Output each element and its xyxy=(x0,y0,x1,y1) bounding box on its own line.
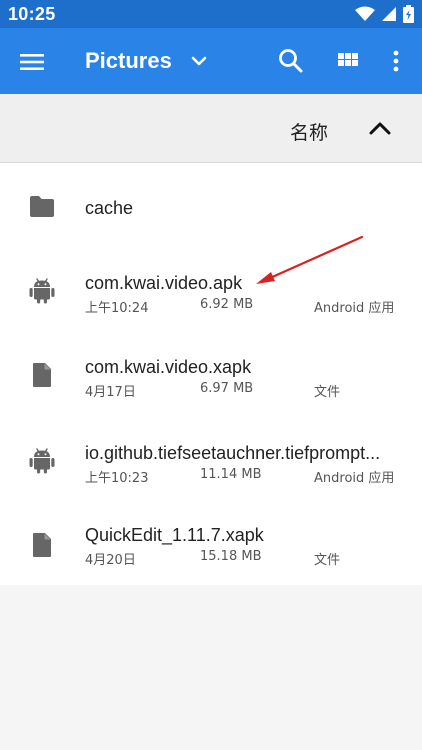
file-name: com.kwai.video.apk xyxy=(85,273,243,293)
file-size: 6.97 MB xyxy=(200,381,254,396)
file-date: 4月17日 xyxy=(85,385,136,400)
folder-icon xyxy=(30,196,54,217)
list-item[interactable]: com.kwai.video.apk 上午10:24 6.92 MB Andro… xyxy=(0,247,422,331)
file-list: cache com.kwai.video.apk 上午10:24 6.92 MB… xyxy=(0,163,422,585)
file-name: cache xyxy=(85,198,134,218)
file-type: 文件 xyxy=(314,385,341,400)
signal-icon xyxy=(382,7,396,21)
sort-bar: 名称 xyxy=(0,94,422,163)
chevron-up-icon[interactable] xyxy=(366,116,394,140)
status-bar: 10:25 xyxy=(0,0,422,28)
file-icon xyxy=(33,363,51,387)
status-icons xyxy=(355,5,414,23)
file-size: 15.18 MB xyxy=(200,549,262,564)
page-title[interactable]: Pictures xyxy=(85,48,172,74)
android-icon xyxy=(29,448,55,474)
wifi-icon xyxy=(355,6,375,21)
android-icon xyxy=(29,278,55,304)
file-type: 文件 xyxy=(314,553,341,568)
grid-view-icon[interactable] xyxy=(334,47,362,75)
more-vert-icon[interactable] xyxy=(388,47,404,75)
search-icon[interactable] xyxy=(276,46,306,76)
list-item[interactable]: io.github.tiefseetauchner.tiefprompt... … xyxy=(0,417,422,501)
status-time: 10:25 xyxy=(8,4,56,24)
file-size: 11.14 MB xyxy=(200,467,262,482)
file-size: 6.92 MB xyxy=(200,297,254,312)
menu-icon xyxy=(20,54,44,70)
chevron-down-icon[interactable] xyxy=(188,50,210,72)
file-type: Android 应用 xyxy=(314,471,395,486)
file-name: com.kwai.video.xapk xyxy=(85,357,252,377)
list-item[interactable]: QuickEdit_1.11.7.xapk 4月20日 15.18 MB 文件 xyxy=(0,501,422,585)
file-name: QuickEdit_1.11.7.xapk xyxy=(85,525,264,545)
list-item[interactable]: com.kwai.video.xapk 4月17日 6.97 MB 文件 xyxy=(0,331,422,415)
file-date: 4月20日 xyxy=(85,553,136,568)
file-date: 上午10:23 xyxy=(85,471,149,486)
menu-button[interactable] xyxy=(14,44,50,80)
file-type: Android 应用 xyxy=(314,301,395,316)
battery-icon xyxy=(403,5,414,23)
file-date: 上午10:24 xyxy=(85,301,149,316)
file-icon xyxy=(33,533,51,557)
app-bar: Pictures xyxy=(0,28,422,94)
list-item[interactable]: cache xyxy=(0,163,422,247)
sort-label[interactable]: 名称 xyxy=(290,118,328,145)
file-name: io.github.tiefseetauchner.tiefprompt... xyxy=(85,443,381,463)
